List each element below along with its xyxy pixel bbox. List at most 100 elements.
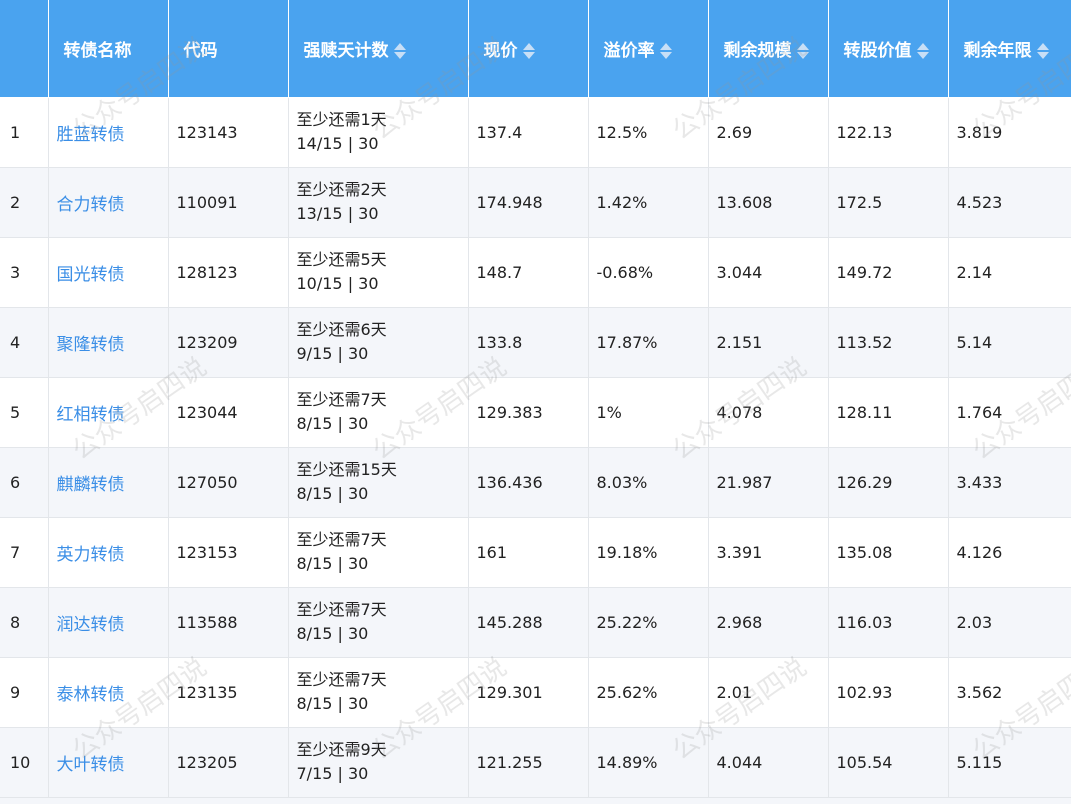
header-premium-label: 溢价率 bbox=[603, 40, 655, 61]
header-premium[interactable]: 溢价率 bbox=[588, 0, 709, 98]
bond-code: 123205 bbox=[168, 727, 289, 798]
redeem-count: 至少还需7天 8/15 | 30 bbox=[288, 587, 469, 658]
bond-code: 127050 bbox=[168, 447, 289, 518]
redeem-progress: 8/15 | 30 bbox=[296, 554, 369, 573]
sort-icon[interactable] bbox=[659, 42, 672, 60]
conversion-value: 102.93 bbox=[828, 657, 949, 728]
price: 137.4 bbox=[468, 97, 589, 168]
redeem-count: 至少还需6天 9/15 | 30 bbox=[288, 307, 469, 378]
header-scale[interactable]: 剩余规模 bbox=[708, 0, 829, 98]
premium-rate: 17.87% bbox=[588, 307, 709, 378]
bond-name-link[interactable]: 聚隆转债 bbox=[48, 307, 169, 378]
table-row: 5 红相转债 123044 至少还需7天 8/15 | 30 129.383 1% 4.078… bbox=[0, 377, 1071, 448]
header-bond-name-label: 转债名称 bbox=[63, 40, 132, 61]
remaining-years: 3.433 bbox=[948, 447, 1071, 518]
remaining-scale: 4.044 bbox=[708, 727, 829, 798]
redeem-count: 至少还需5天 10/15 | 30 bbox=[288, 237, 469, 308]
bond-name-link[interactable]: 麒麟转债 bbox=[48, 447, 169, 518]
row-index: 7 bbox=[0, 517, 49, 588]
row-index: 8 bbox=[0, 587, 49, 658]
redeem-progress: 14/15 | 30 bbox=[296, 134, 379, 153]
remaining-years: 4.523 bbox=[948, 167, 1071, 238]
bond-code: 123135 bbox=[168, 657, 289, 728]
sort-icon[interactable] bbox=[796, 42, 809, 60]
remaining-years: 3.562 bbox=[948, 657, 1071, 728]
premium-rate: 8.03% bbox=[588, 447, 709, 518]
bond-table: 转债名称 代码 强赎天计数 现价 溢价率 剩余规模 转股价值 剩余年限 1 胜蓝转债 123143… bbox=[0, 0, 1071, 798]
remaining-years: 1.764 bbox=[948, 377, 1071, 448]
redeem-progress: 13/15 | 30 bbox=[296, 204, 379, 223]
sort-icon[interactable] bbox=[1036, 42, 1049, 60]
bond-code: 123209 bbox=[168, 307, 289, 378]
redeem-count: 至少还需7天 8/15 | 30 bbox=[288, 377, 469, 448]
redeem-days-remaining: 至少还需7天 bbox=[296, 670, 387, 689]
row-index: 10 bbox=[0, 727, 49, 798]
remaining-scale: 2.151 bbox=[708, 307, 829, 378]
row-index: 4 bbox=[0, 307, 49, 378]
price: 174.948 bbox=[468, 167, 589, 238]
remaining-years: 3.819 bbox=[948, 97, 1071, 168]
row-index: 6 bbox=[0, 447, 49, 518]
redeem-progress: 10/15 | 30 bbox=[296, 274, 379, 293]
premium-rate: 1.42% bbox=[588, 167, 709, 238]
redeem-count: 至少还需7天 8/15 | 30 bbox=[288, 657, 469, 728]
remaining-scale: 21.987 bbox=[708, 447, 829, 518]
remaining-scale: 2.69 bbox=[708, 97, 829, 168]
header-scale-label: 剩余规模 bbox=[723, 40, 792, 61]
conversion-value: 105.54 bbox=[828, 727, 949, 798]
row-index: 9 bbox=[0, 657, 49, 728]
header-conv-value[interactable]: 转股价值 bbox=[828, 0, 949, 98]
table-row: 1 胜蓝转债 123143 至少还需1天 14/15 | 30 137.4 12.5% 2.6… bbox=[0, 97, 1071, 168]
row-index: 3 bbox=[0, 237, 49, 308]
conversion-value: 113.52 bbox=[828, 307, 949, 378]
bond-code: 113588 bbox=[168, 587, 289, 658]
table-body: 1 胜蓝转债 123143 至少还需1天 14/15 | 30 137.4 12.5% 2.6… bbox=[0, 97, 1071, 798]
remaining-years: 4.126 bbox=[948, 517, 1071, 588]
header-years[interactable]: 剩余年限 bbox=[948, 0, 1071, 98]
conversion-value: 116.03 bbox=[828, 587, 949, 658]
redeem-count: 至少还需7天 8/15 | 30 bbox=[288, 517, 469, 588]
bond-name-link[interactable]: 英力转债 bbox=[48, 517, 169, 588]
conversion-value: 126.29 bbox=[828, 447, 949, 518]
table-row: 6 麒麟转债 127050 至少还需15天 8/15 | 30 136.436 8.03% 2… bbox=[0, 447, 1071, 518]
sort-icon[interactable] bbox=[393, 42, 406, 60]
table-row: 3 国光转债 128123 至少还需5天 10/15 | 30 148.7 -0.68% 3.… bbox=[0, 237, 1071, 308]
header-bond-name: 转债名称 bbox=[48, 0, 169, 98]
redeem-days-remaining: 至少还需2天 bbox=[296, 180, 387, 199]
header-redeem-count[interactable]: 强赎天计数 bbox=[288, 0, 469, 98]
bond-name-link[interactable]: 泰林转债 bbox=[48, 657, 169, 728]
bond-name-link[interactable]: 国光转债 bbox=[48, 237, 169, 308]
sort-icon[interactable] bbox=[916, 42, 929, 60]
redeem-days-remaining: 至少还需7天 bbox=[296, 390, 387, 409]
bond-code: 123143 bbox=[168, 97, 289, 168]
premium-rate: 19.18% bbox=[588, 517, 709, 588]
redeem-days-remaining: 至少还需7天 bbox=[296, 530, 387, 549]
redeem-progress: 7/15 | 30 bbox=[296, 764, 369, 783]
table-row: 2 合力转债 110091 至少还需2天 13/15 | 30 174.948 1.42% 1… bbox=[0, 167, 1071, 238]
header-price-label: 现价 bbox=[483, 40, 518, 61]
remaining-scale: 3.044 bbox=[708, 237, 829, 308]
header-redeem-count-label: 强赎天计数 bbox=[303, 40, 389, 61]
bond-name-link[interactable]: 润达转债 bbox=[48, 587, 169, 658]
conversion-value: 122.13 bbox=[828, 97, 949, 168]
table-row: 4 聚隆转债 123209 至少还需6天 9/15 | 30 133.8 17.87% 2.1… bbox=[0, 307, 1071, 378]
redeem-count: 至少还需1天 14/15 | 30 bbox=[288, 97, 469, 168]
header-price[interactable]: 现价 bbox=[468, 0, 589, 98]
bond-name-link[interactable]: 红相转债 bbox=[48, 377, 169, 448]
remaining-years: 5.14 bbox=[948, 307, 1071, 378]
bond-code: 123153 bbox=[168, 517, 289, 588]
remaining-years: 2.03 bbox=[948, 587, 1071, 658]
sort-icon[interactable] bbox=[522, 42, 535, 60]
redeem-days-remaining: 至少还需6天 bbox=[296, 320, 387, 339]
bond-name-link[interactable]: 合力转债 bbox=[48, 167, 169, 238]
conversion-value: 172.5 bbox=[828, 167, 949, 238]
remaining-scale: 2.968 bbox=[708, 587, 829, 658]
bond-code: 123044 bbox=[168, 377, 289, 448]
bond-name-link[interactable]: 大叶转债 bbox=[48, 727, 169, 798]
bond-name-link[interactable]: 胜蓝转债 bbox=[48, 97, 169, 168]
header-years-label: 剩余年限 bbox=[963, 40, 1032, 61]
price: 148.7 bbox=[468, 237, 589, 308]
redeem-count: 至少还需2天 13/15 | 30 bbox=[288, 167, 469, 238]
table-row: 7 英力转债 123153 至少还需7天 8/15 | 30 161 19.18% 3.391… bbox=[0, 517, 1071, 588]
remaining-years: 2.14 bbox=[948, 237, 1071, 308]
